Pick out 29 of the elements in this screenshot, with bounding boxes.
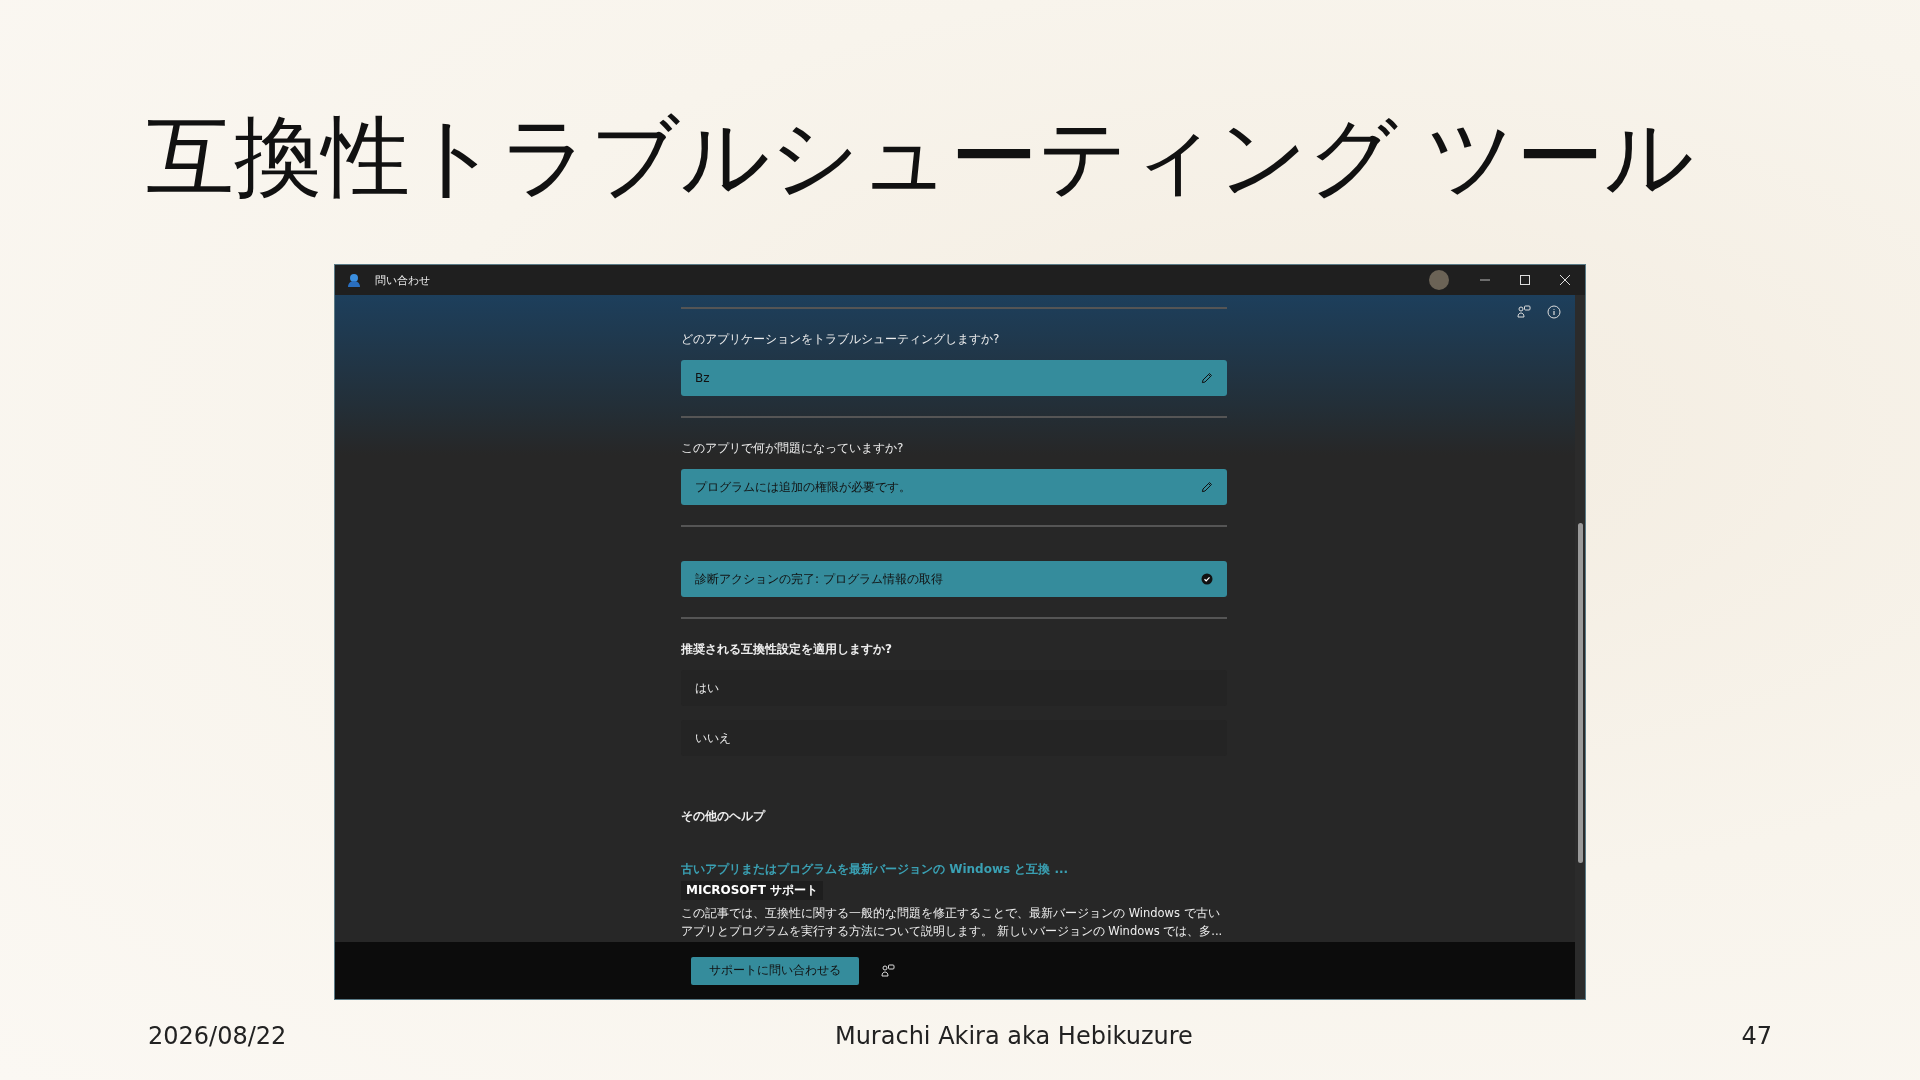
- people-icon[interactable]: [881, 963, 895, 978]
- question-text: このアプリで何が問題になっていますか?: [681, 440, 905, 457]
- article-link[interactable]: 古いアプリまたはプログラムを最新バージョンの Windows と互換 ...: [681, 861, 1227, 878]
- answer-bar[interactable]: プログラムには追加の権限が必要です。: [681, 469, 1227, 505]
- contact-support-button[interactable]: サポートに問い合わせる: [691, 956, 859, 985]
- help-heading: その他のヘルプ: [681, 808, 767, 825]
- article-description: この記事では、互換性に関する一般的な問題を修正することで、最新バージョンの Windows で古いアプリとプログラムを実行する方法について説明します。 新しいバージョンの Windows では、多...: [681, 905, 1224, 940]
- slide-author: Murachi Akira aka Hebikuzure: [834, 1022, 1193, 1050]
- slide-number: 47: [1741, 1022, 1772, 1050]
- answer-text: プログラムには追加の権限が必要です。: [695, 478, 911, 496]
- help-person-icon: [347, 273, 361, 287]
- source-label: MICROSOFT サポート: [681, 881, 824, 900]
- people-icon[interactable]: [1517, 305, 1531, 319]
- slide-title: 互換性トラブルシューティング ツール: [145, 104, 1695, 210]
- pencil-icon[interactable]: [1201, 481, 1213, 493]
- info-icon[interactable]: [1547, 305, 1561, 319]
- window-title: 問い合わせ: [375, 272, 431, 288]
- status-text: 診断アクションの完了: プログラム情報の取得: [695, 570, 943, 588]
- question-text: 推奨される互換性設定を適用しますか?: [681, 641, 893, 658]
- pencil-icon[interactable]: [1201, 372, 1213, 384]
- answer-bar[interactable]: Bz: [681, 360, 1227, 396]
- slide-date: 2026/08/22: [148, 1022, 287, 1050]
- scrollbar[interactable]: [1575, 295, 1585, 999]
- question-text: どのアプリケーションをトラブルシューティングしますか?: [681, 331, 1001, 348]
- option-button[interactable]: いいえ: [681, 720, 1227, 756]
- option-button[interactable]: はい: [681, 670, 1227, 706]
- avatar[interactable]: [1429, 270, 1449, 290]
- answer-text: Bz: [695, 371, 710, 385]
- check-circle-icon: [1201, 573, 1213, 585]
